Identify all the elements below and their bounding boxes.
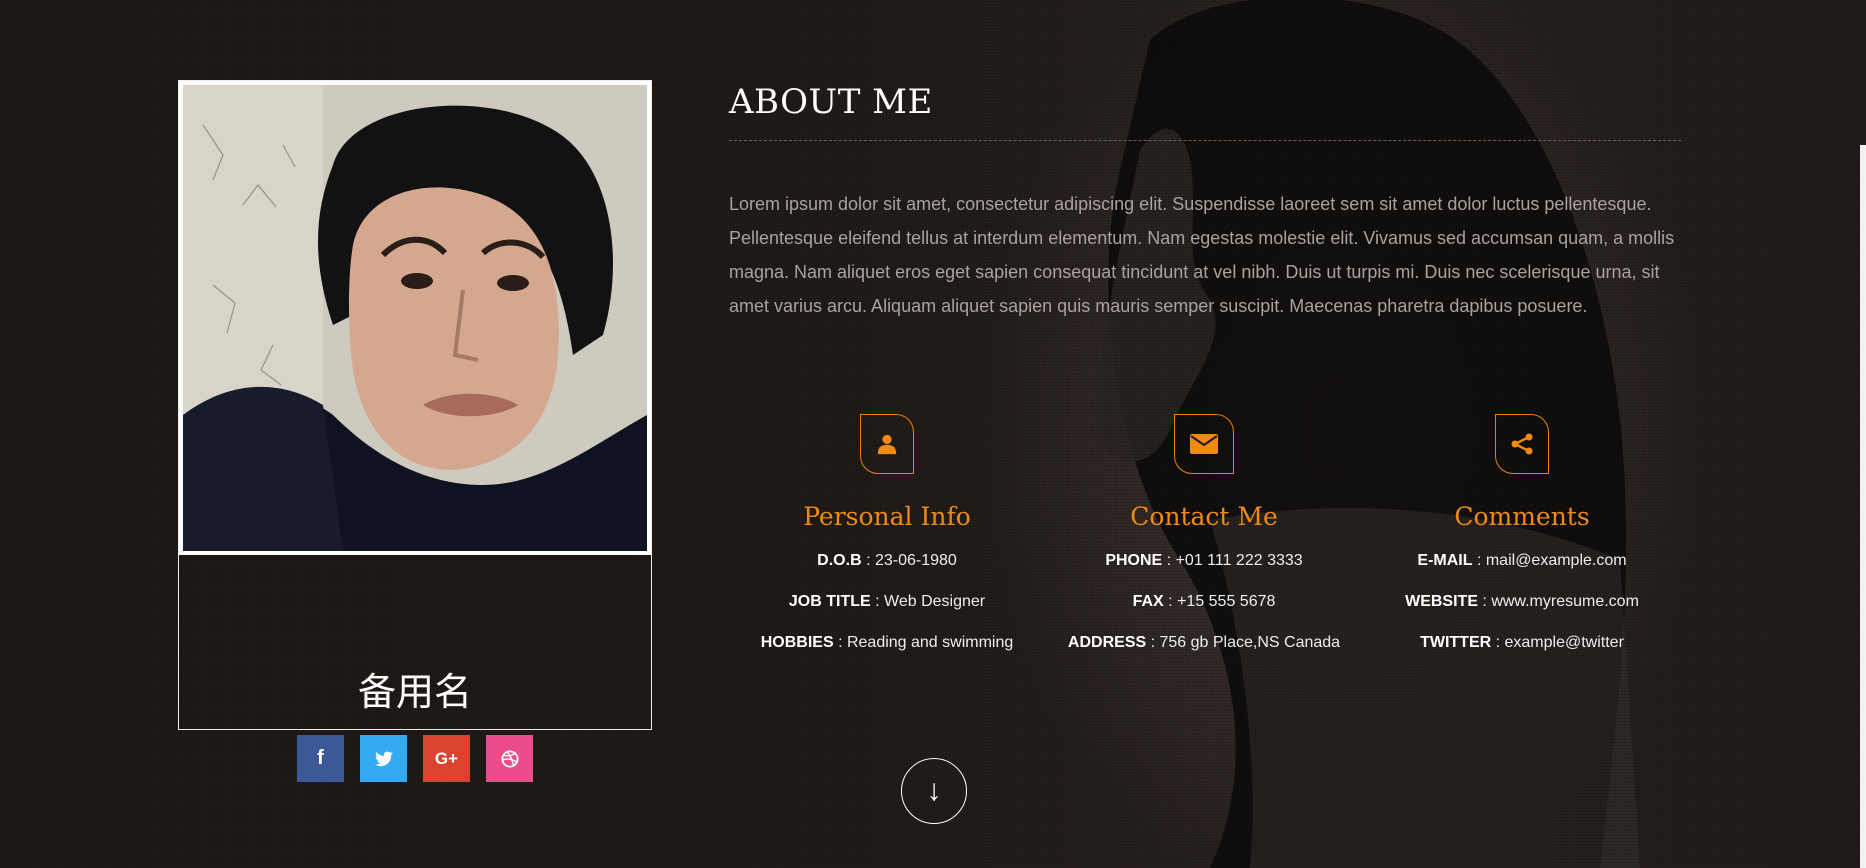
profile-photo-image xyxy=(183,85,647,551)
info-row: TWITTER : example@twitter xyxy=(1357,631,1687,672)
profile-name: 备用名 xyxy=(357,670,472,714)
info-label: JOB TITLE xyxy=(788,593,871,610)
share-icon xyxy=(1495,414,1549,474)
social-links: f G+ xyxy=(179,735,651,782)
info-label: D.O.B xyxy=(817,552,862,569)
info-value: : example@twitter xyxy=(1491,634,1624,651)
facebook-button[interactable]: f xyxy=(297,735,344,782)
personal-info-heading: Personal Info xyxy=(803,502,971,531)
info-label: FAX xyxy=(1132,593,1164,610)
about-divider xyxy=(729,140,1681,141)
google-plus-button[interactable]: G+ xyxy=(423,735,470,782)
info-label: WEBSITE xyxy=(1405,593,1478,610)
info-row: HOBBIES : Reading and swimming xyxy=(722,631,1052,672)
about-title: ABOUT ME xyxy=(729,82,933,122)
contact-column: Contact Me PHONE : +01 111 222 3333 FAX … xyxy=(1039,414,1369,672)
comments-list: E-MAIL : mail@example.com WEBSITE : www.… xyxy=(1357,549,1687,672)
user-icon xyxy=(860,414,914,474)
info-value: : +15 555 5678 xyxy=(1163,593,1276,610)
info-label: HOBBIES xyxy=(760,634,834,651)
info-value: : +01 111 222 3333 xyxy=(1162,552,1303,569)
info-label: E-MAIL xyxy=(1417,552,1473,569)
profile-photo xyxy=(179,81,651,555)
info-row: D.O.B : 23-06-1980 xyxy=(722,549,1052,590)
info-value: : 23-06-1980 xyxy=(861,552,957,569)
page-scrollbar[interactable] xyxy=(1860,145,1866,868)
info-value: : 756 gb Place,NS Canada xyxy=(1146,634,1341,651)
info-value: : www.myresume.com xyxy=(1477,593,1639,610)
google-plus-icon: G+ xyxy=(434,748,459,768)
info-value: : mail@example.com xyxy=(1472,552,1627,569)
envelope-icon xyxy=(1174,414,1234,474)
info-value: : Reading and swimming xyxy=(833,634,1014,651)
about-paragraph: Lorem ipsum dolor sit amet, consectetur … xyxy=(729,194,1675,316)
info-label: PHONE xyxy=(1105,552,1163,569)
twitter-button[interactable] xyxy=(360,735,407,782)
profile-card: 备用名 f G+ xyxy=(178,80,652,782)
info-row: FAX : +15 555 5678 xyxy=(1039,590,1369,631)
info-label: ADDRESS xyxy=(1067,634,1147,651)
contact-heading: Contact Me xyxy=(1130,502,1278,531)
facebook-icon: f xyxy=(317,747,324,769)
info-label: TWITTER xyxy=(1420,634,1492,651)
scroll-down-button[interactable]: ↓ xyxy=(901,758,967,824)
contact-list: PHONE : +01 111 222 3333 FAX : +15 555 5… xyxy=(1039,549,1369,672)
info-row: WEBSITE : www.myresume.com xyxy=(1357,590,1687,631)
comments-column: Comments E-MAIL : mail@example.com WEBSI… xyxy=(1357,414,1687,672)
comments-heading: Comments xyxy=(1454,502,1590,531)
personal-info-list: D.O.B : 23-06-1980 JOB TITLE : Web Desig… xyxy=(722,549,1052,672)
info-row: PHONE : +01 111 222 3333 xyxy=(1039,549,1369,590)
dribbble-icon xyxy=(500,749,519,768)
info-row: E-MAIL : mail@example.com xyxy=(1357,549,1687,590)
info-row: ADDRESS : 756 gb Place,NS Canada xyxy=(1039,631,1369,672)
arrow-down-icon: ↓ xyxy=(926,774,942,807)
dribbble-button[interactable] xyxy=(486,735,533,782)
info-row: JOB TITLE : Web Designer xyxy=(722,590,1052,631)
twitter-icon xyxy=(374,751,393,766)
info-value: : Web Designer xyxy=(870,593,986,610)
personal-info-column: Personal Info D.O.B : 23-06-1980 JOB TIT… xyxy=(722,414,1052,672)
